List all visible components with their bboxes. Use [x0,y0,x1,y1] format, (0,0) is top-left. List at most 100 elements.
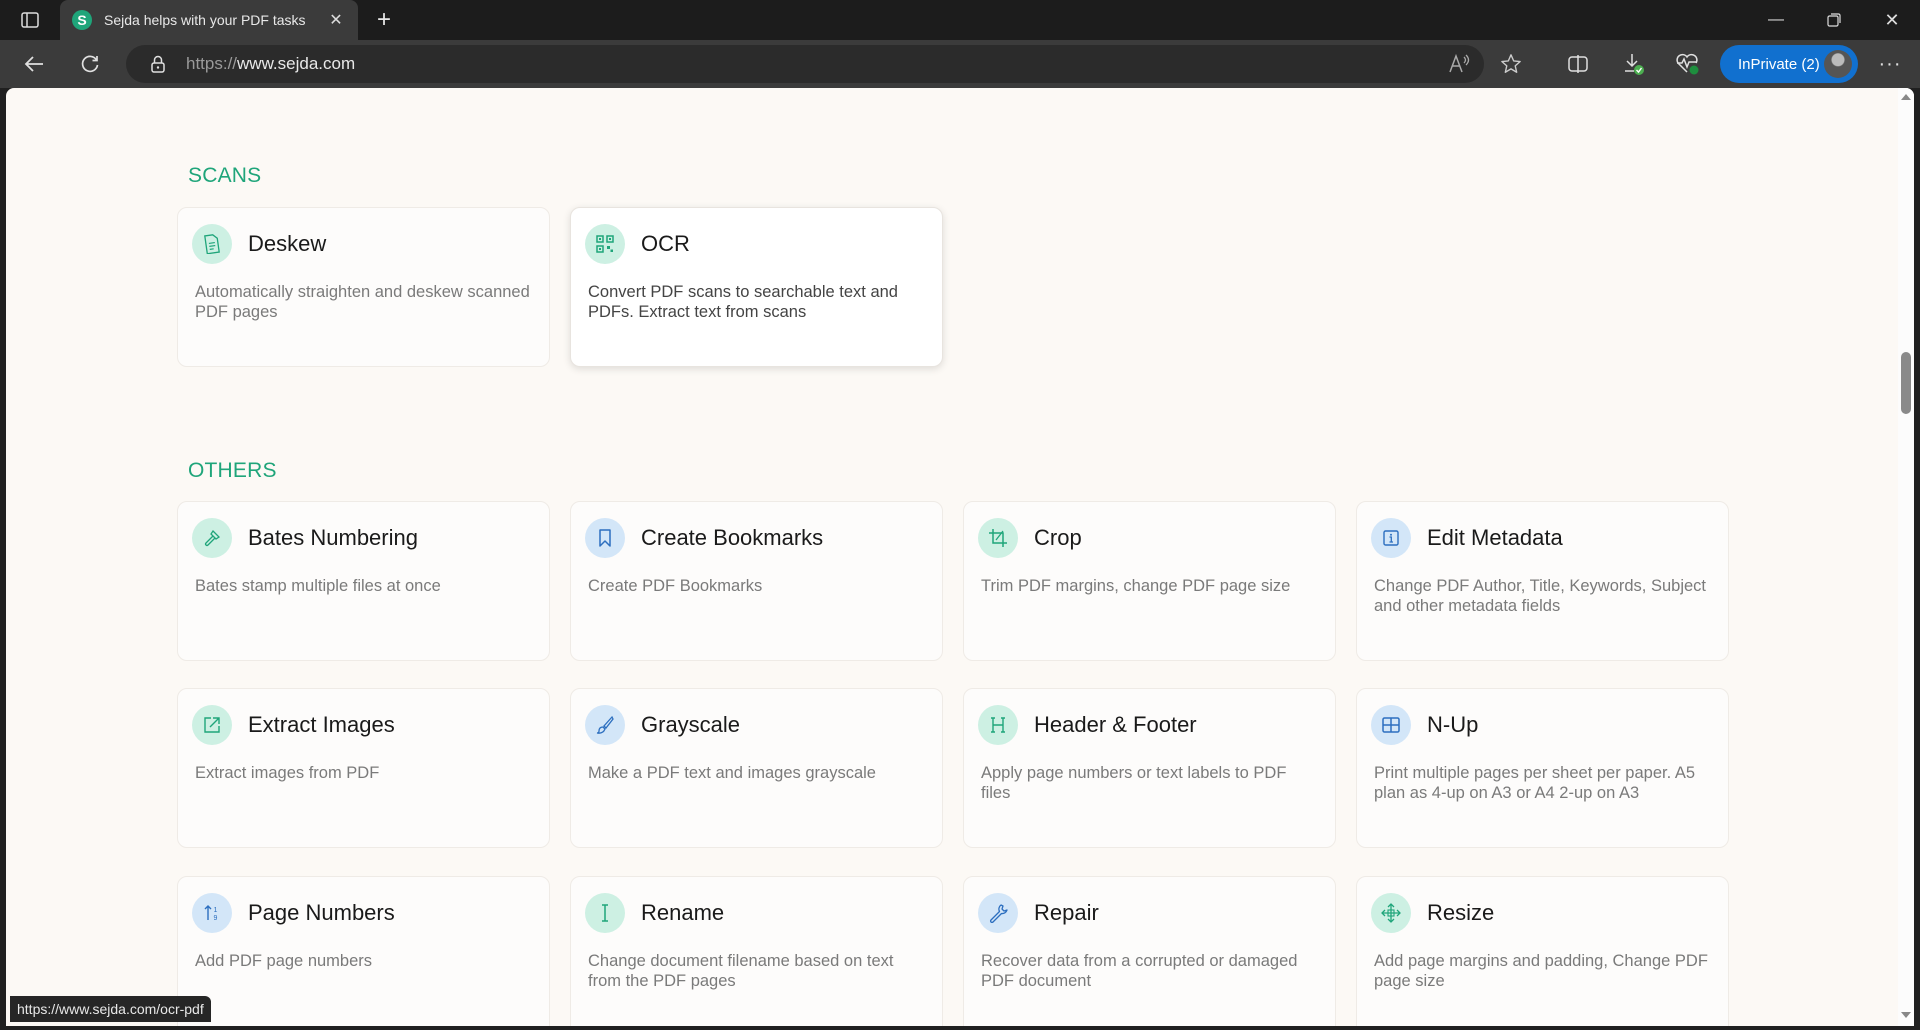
close-tab-button[interactable]: ✕ [326,10,346,30]
status-url-tooltip: https://www.sejda.com/ocr-pdf [10,996,211,1022]
page-viewport: SCANS Deskew Automatically straighten an… [6,88,1914,1026]
tab-actions-icon [21,12,39,28]
new-tab-button[interactable]: + [370,6,398,34]
tool-description: Create PDF Bookmarks [588,577,763,595]
tool-description: Apply page numbers or text labels to PDF… [981,764,1287,802]
wrench-icon [978,893,1018,933]
scroll-down-arrow-icon[interactable] [1901,1012,1911,1018]
avatar [1824,50,1852,78]
tool-description: Add page margins and padding, Change PDF… [1374,952,1708,990]
back-button[interactable] [18,48,50,80]
split-screen-icon [1568,55,1588,73]
tool-card-bates-numbering[interactable]: Bates Numbering Bates stamp multiple fil… [177,501,550,661]
tool-description: Convert PDF scans to searchable text and… [588,283,898,321]
tool-name: Repair [1034,900,1099,925]
refresh-button[interactable] [74,48,106,80]
close-window-button[interactable]: ✕ [1864,0,1920,40]
tool-description: Change PDF Author, Title, Keywords, Subj… [1374,577,1707,615]
url-text[interactable]: https://www.sejda.com [186,54,355,74]
star-icon [1501,54,1521,73]
tool-description: Make a PDF text and images grayscale [588,764,876,782]
restore-icon [1827,13,1841,27]
arrow-left-icon [24,56,43,72]
tool-card-rename[interactable]: Rename Change document filename based on… [570,876,943,1026]
tool-name: N-Up [1427,712,1479,737]
tool-card-header-footer[interactable]: Header & Footer Apply page numbers or te… [963,688,1336,848]
download-icon [1625,54,1644,75]
tool-name: Edit Metadata [1427,525,1563,550]
svg-text:9: 9 [214,915,218,922]
inprivate-button[interactable]: InPrivate (2) [1720,45,1858,83]
plus-icon: + [376,6,391,33]
tab-actions-button[interactable] [18,10,42,30]
tool-description: Print multiple pages per sheet per paper… [1374,764,1696,802]
minimize-icon: — [1768,11,1784,28]
scrollbar-thumb[interactable] [1901,352,1911,414]
stamp-icon [192,518,232,558]
read-aloud-button[interactable] [1448,53,1472,80]
address-bar[interactable]: https://www.sejda.com [126,45,1521,83]
browser-title-bar: S Sejda helps with your PDF tasks ✕ + — … [0,0,1920,40]
tool-name: Deskew [248,231,327,256]
tool-card-crop[interactable]: Crop Trim PDF margins, change PDF page s… [963,501,1336,661]
tool-card-grayscale[interactable]: Grayscale Make a PDF text and images gra… [570,688,943,848]
inprivate-label: InPrivate (2) [1738,55,1820,73]
tool-card-create-bookmarks[interactable]: Create Bookmarks Create PDF Bookmarks [570,501,943,661]
tool-name: Bates Numbering [248,525,418,550]
header-icon [978,705,1018,745]
more-icon: ··· [1878,52,1902,75]
tab-title: Sejda helps with your PDF tasks [104,12,306,28]
qr-scan-icon [585,224,625,264]
bookmark-icon [585,518,625,558]
tool-name: Create Bookmarks [641,525,824,550]
maximize-button[interactable] [1806,0,1862,40]
tool-description: Recover data from a corrupted or damaged… [981,952,1298,990]
heartbeat-icon [1676,53,1699,75]
more-button[interactable]: ··· [1874,48,1906,80]
tool-description: Trim PDF margins, change PDF page size [981,577,1291,595]
tool-card-edit-metadata[interactable]: Edit Metadata Change PDF Author, Title, … [1356,501,1729,661]
split-screen-button[interactable] [1562,48,1594,80]
minimize-button[interactable]: — [1748,0,1804,40]
tool-description: Automatically straighten and deskew scan… [195,283,530,321]
svg-text:1: 1 [214,907,218,914]
close-icon: ✕ [1884,9,1900,30]
downloads-button[interactable] [1618,48,1650,80]
tool-name: Grayscale [641,712,741,737]
tool-name: Extract Images [248,712,395,737]
info-icon [1371,518,1411,558]
browser-toolbar: https://www.sejda.com InPrivate (2) ··· [0,40,1920,88]
tool-name: Resize [1427,900,1495,925]
external-link-icon [192,705,232,745]
tool-card-ocr[interactable]: OCR Convert PDF scans to searchable text… [570,207,943,367]
tool-name: OCR [641,231,690,256]
crop-icon [978,518,1018,558]
sejda-favicon: S [72,10,92,30]
favorite-button[interactable] [1500,53,1522,80]
tool-card-page-numbers[interactable]: 19 Page Numbers Add PDF page numbers [177,876,550,1026]
lock-icon[interactable] [148,55,168,73]
tool-card-extract-images[interactable]: Extract Images Extract images from PDF [177,688,550,848]
vertical-scrollbar[interactable] [1898,88,1914,1026]
tool-description: Change document filename based on text f… [588,952,894,990]
refresh-icon [81,55,99,73]
grid-icon [1371,705,1411,745]
move-arrows-icon [1371,893,1411,933]
tool-name: Page Numbers [248,900,395,925]
text-cursor-icon [585,893,625,933]
browser-essentials-button[interactable] [1672,48,1704,80]
tool-description: Bates stamp multiple files at once [195,577,441,595]
brush-icon [585,705,625,745]
tool-card-resize[interactable]: Resize Add page margins and padding, Cha… [1356,876,1729,1026]
tool-card-n-up[interactable]: N-Up Print multiple pages per sheet per … [1356,688,1729,848]
scroll-up-arrow-icon[interactable] [1901,94,1911,100]
read-aloud-icon [1449,53,1470,73]
browser-tab[interactable]: S Sejda helps with your PDF tasks ✕ [60,0,358,40]
tool-description: Extract images from PDF [195,764,380,782]
tool-card-deskew[interactable]: Deskew Automatically straighten and desk… [177,207,550,367]
tool-description: Add PDF page numbers [195,952,373,970]
document-icon [192,224,232,264]
tool-card-repair[interactable]: Repair Recover data from a corrupted or … [963,876,1336,1026]
section-title-others: OTHERS [188,459,277,482]
tool-name: Header & Footer [1034,712,1197,737]
